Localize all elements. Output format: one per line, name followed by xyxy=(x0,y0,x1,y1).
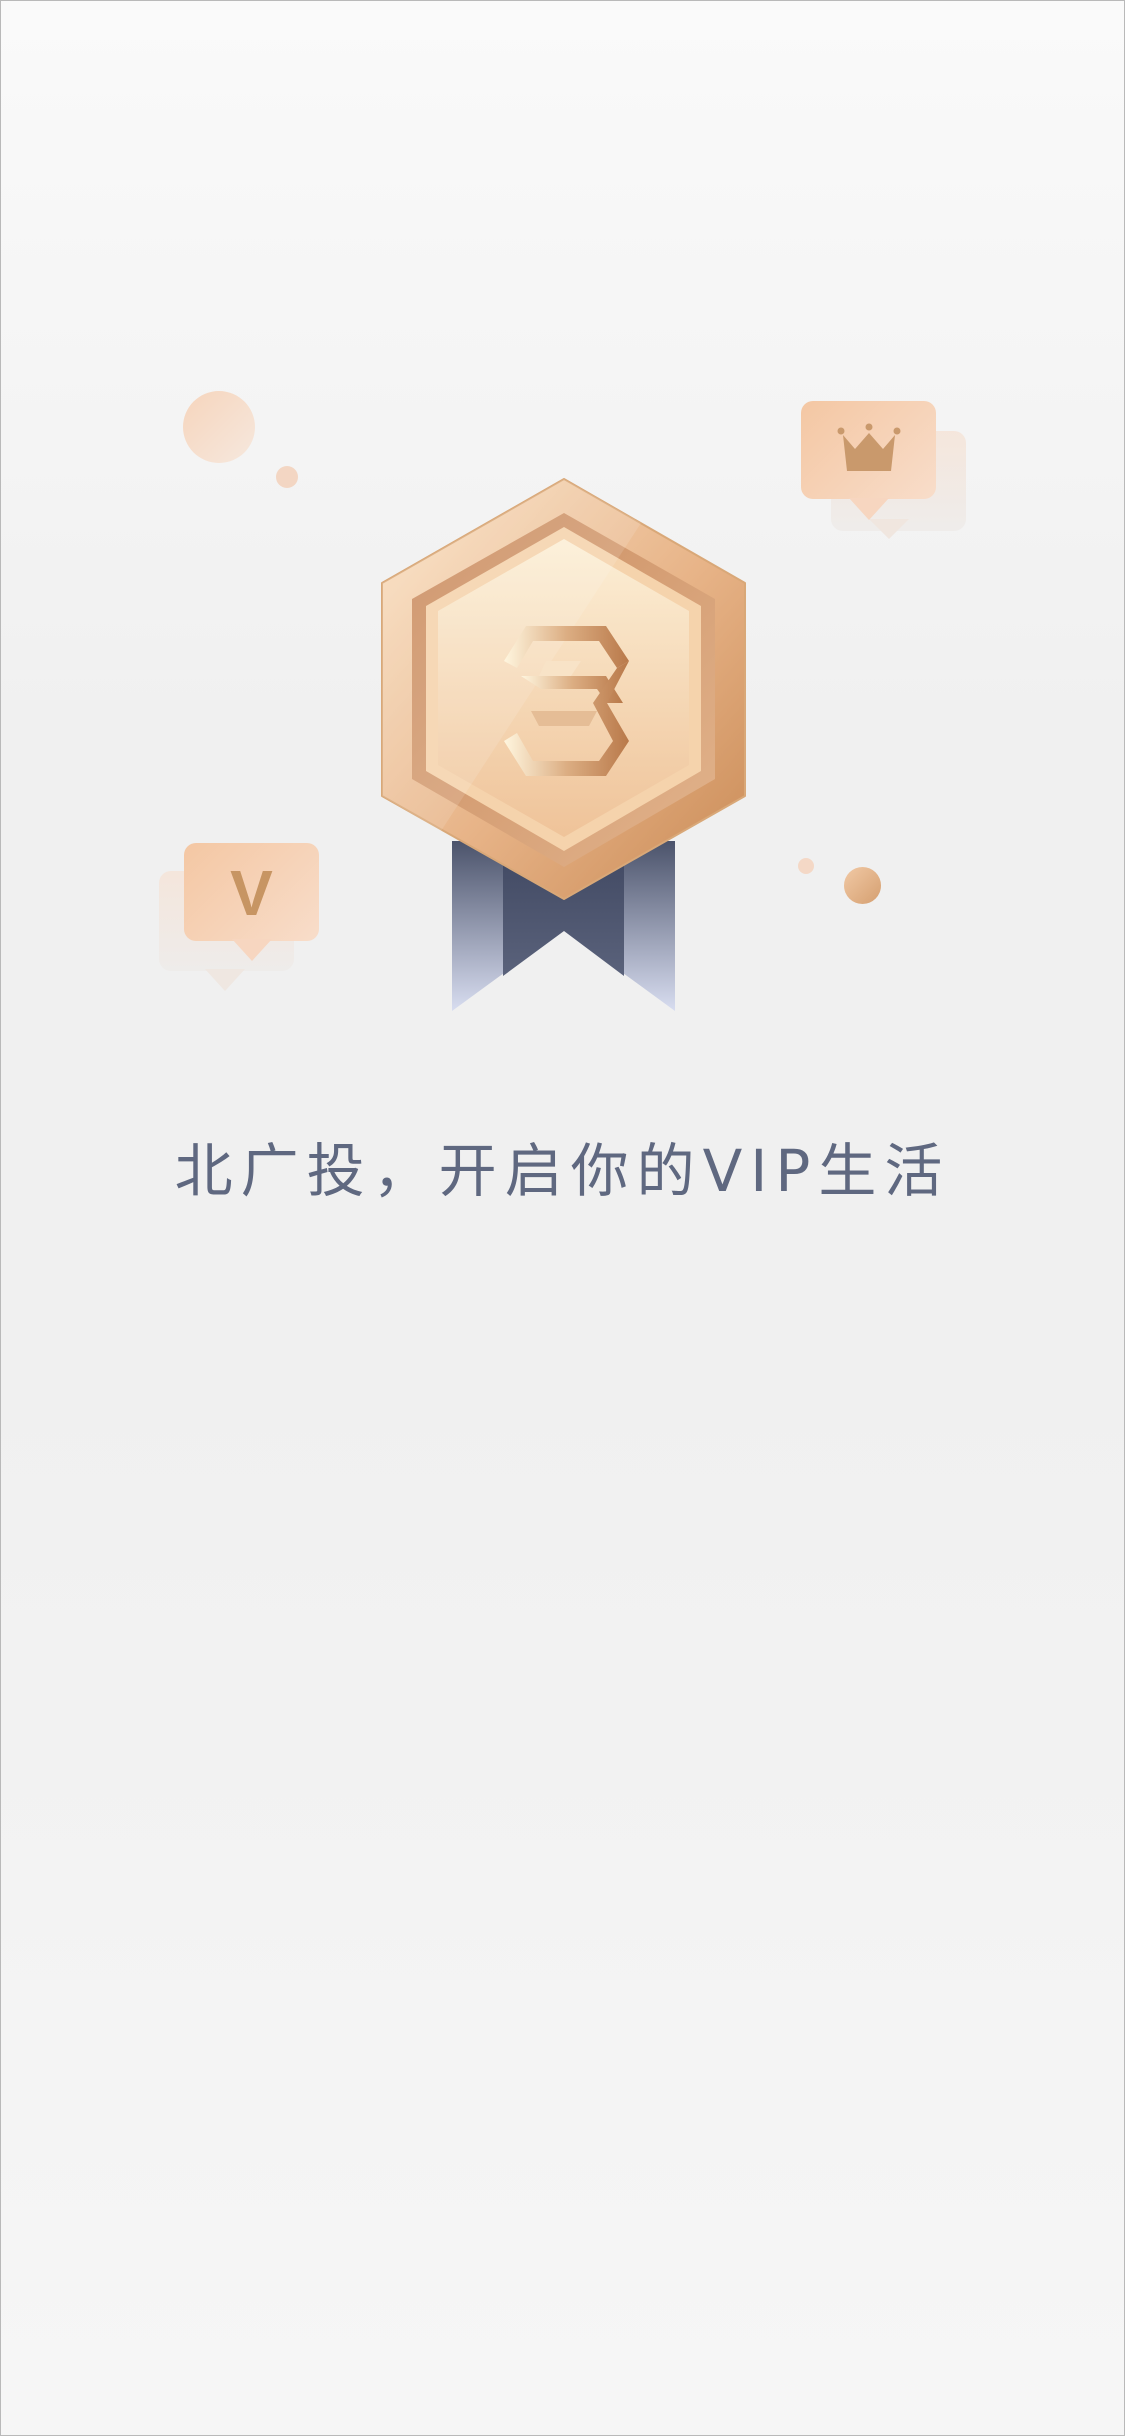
v-letter: V xyxy=(230,857,273,929)
decorative-bubble xyxy=(798,858,814,874)
medal-icon xyxy=(381,478,746,1011)
vip-splash-screen: V 北广投，开启你的VIP生活 xyxy=(0,0,1125,2436)
decorative-bubble xyxy=(276,466,298,488)
vip-v-tag: V xyxy=(157,841,327,1001)
tag-pointer xyxy=(232,939,272,961)
tag-pointer-shadow xyxy=(205,969,245,991)
tag-pointer-shadow xyxy=(869,519,909,539)
crown-icon xyxy=(837,423,901,471)
decorative-bubble xyxy=(844,867,881,904)
page-title: 北广投，开启你的VIP生活 xyxy=(174,1137,951,1205)
tag-pointer xyxy=(849,498,889,520)
decorative-bubble xyxy=(183,391,255,463)
crown-tag xyxy=(801,401,969,561)
